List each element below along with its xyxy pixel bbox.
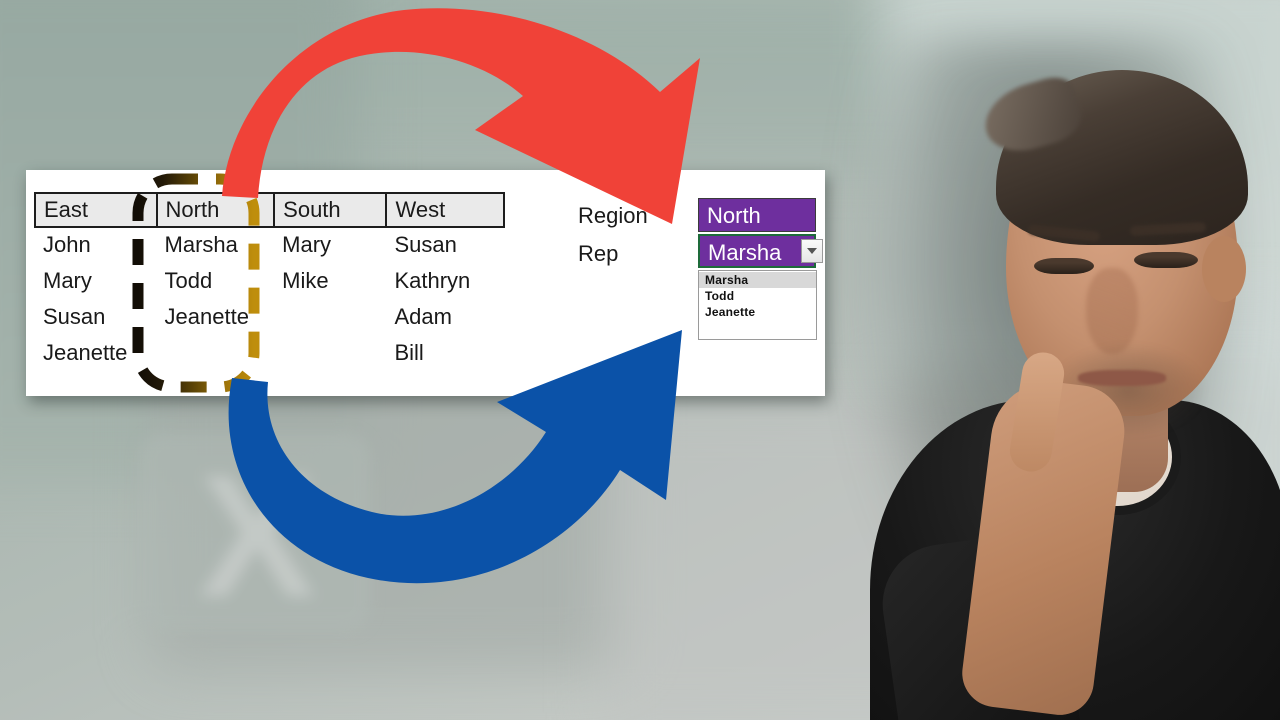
region-value-cell[interactable]: North [698,198,816,232]
table-row: Mary Todd Mike Kathryn [35,263,504,299]
cell-west-4[interactable]: Bill [386,335,504,371]
cell-west-3[interactable]: Adam [386,299,504,335]
cell-south-4[interactable] [274,335,386,371]
cell-west-2[interactable]: Kathryn [386,263,504,299]
table-row: John Marsha Mary Susan [35,227,504,263]
column-header-west[interactable]: West [386,192,505,228]
cell-south-3[interactable] [274,299,386,335]
cell-south-1[interactable]: Mary [274,227,386,263]
rep-value-cell[interactable]: Marsha [698,234,816,268]
watermark-x-glyph: X [198,439,316,634]
region-rep-form: Region Rep North Marsha Marsha Todd Jean… [553,196,823,376]
label-rep: Rep [578,241,619,266]
excel-logo-watermark-icon: X [122,432,392,677]
label-region: Region [578,203,648,228]
rep-dropdown-button[interactable] [801,239,823,263]
region-reps-table: East North South West John Marsha Mary S… [34,192,505,371]
dropdown-option-jeanette[interactable]: Jeanette [699,304,816,320]
presenter-ear [1202,236,1246,302]
presenter-eye-left [1034,258,1094,274]
north-column-highlight [132,173,260,393]
cell-south-2[interactable]: Mike [274,263,386,299]
rep-dropdown-list[interactable]: Marsha Todd Jeanette [698,270,817,340]
cell-west-1[interactable]: Susan [386,227,504,263]
chevron-down-icon [807,248,817,254]
table-header-row: East North South West [34,192,505,228]
presenter-eye-right [1134,252,1198,268]
table-row: Susan Jeanette Adam [35,299,504,335]
presenter-mouth [1078,370,1166,386]
dropdown-option-todd[interactable]: Todd [699,288,816,304]
presenter-photo [810,0,1280,720]
dropdown-option-marsha[interactable]: Marsha [699,272,816,288]
table-row: Jeanette Bill [35,335,504,371]
column-header-south[interactable]: South [274,192,388,228]
